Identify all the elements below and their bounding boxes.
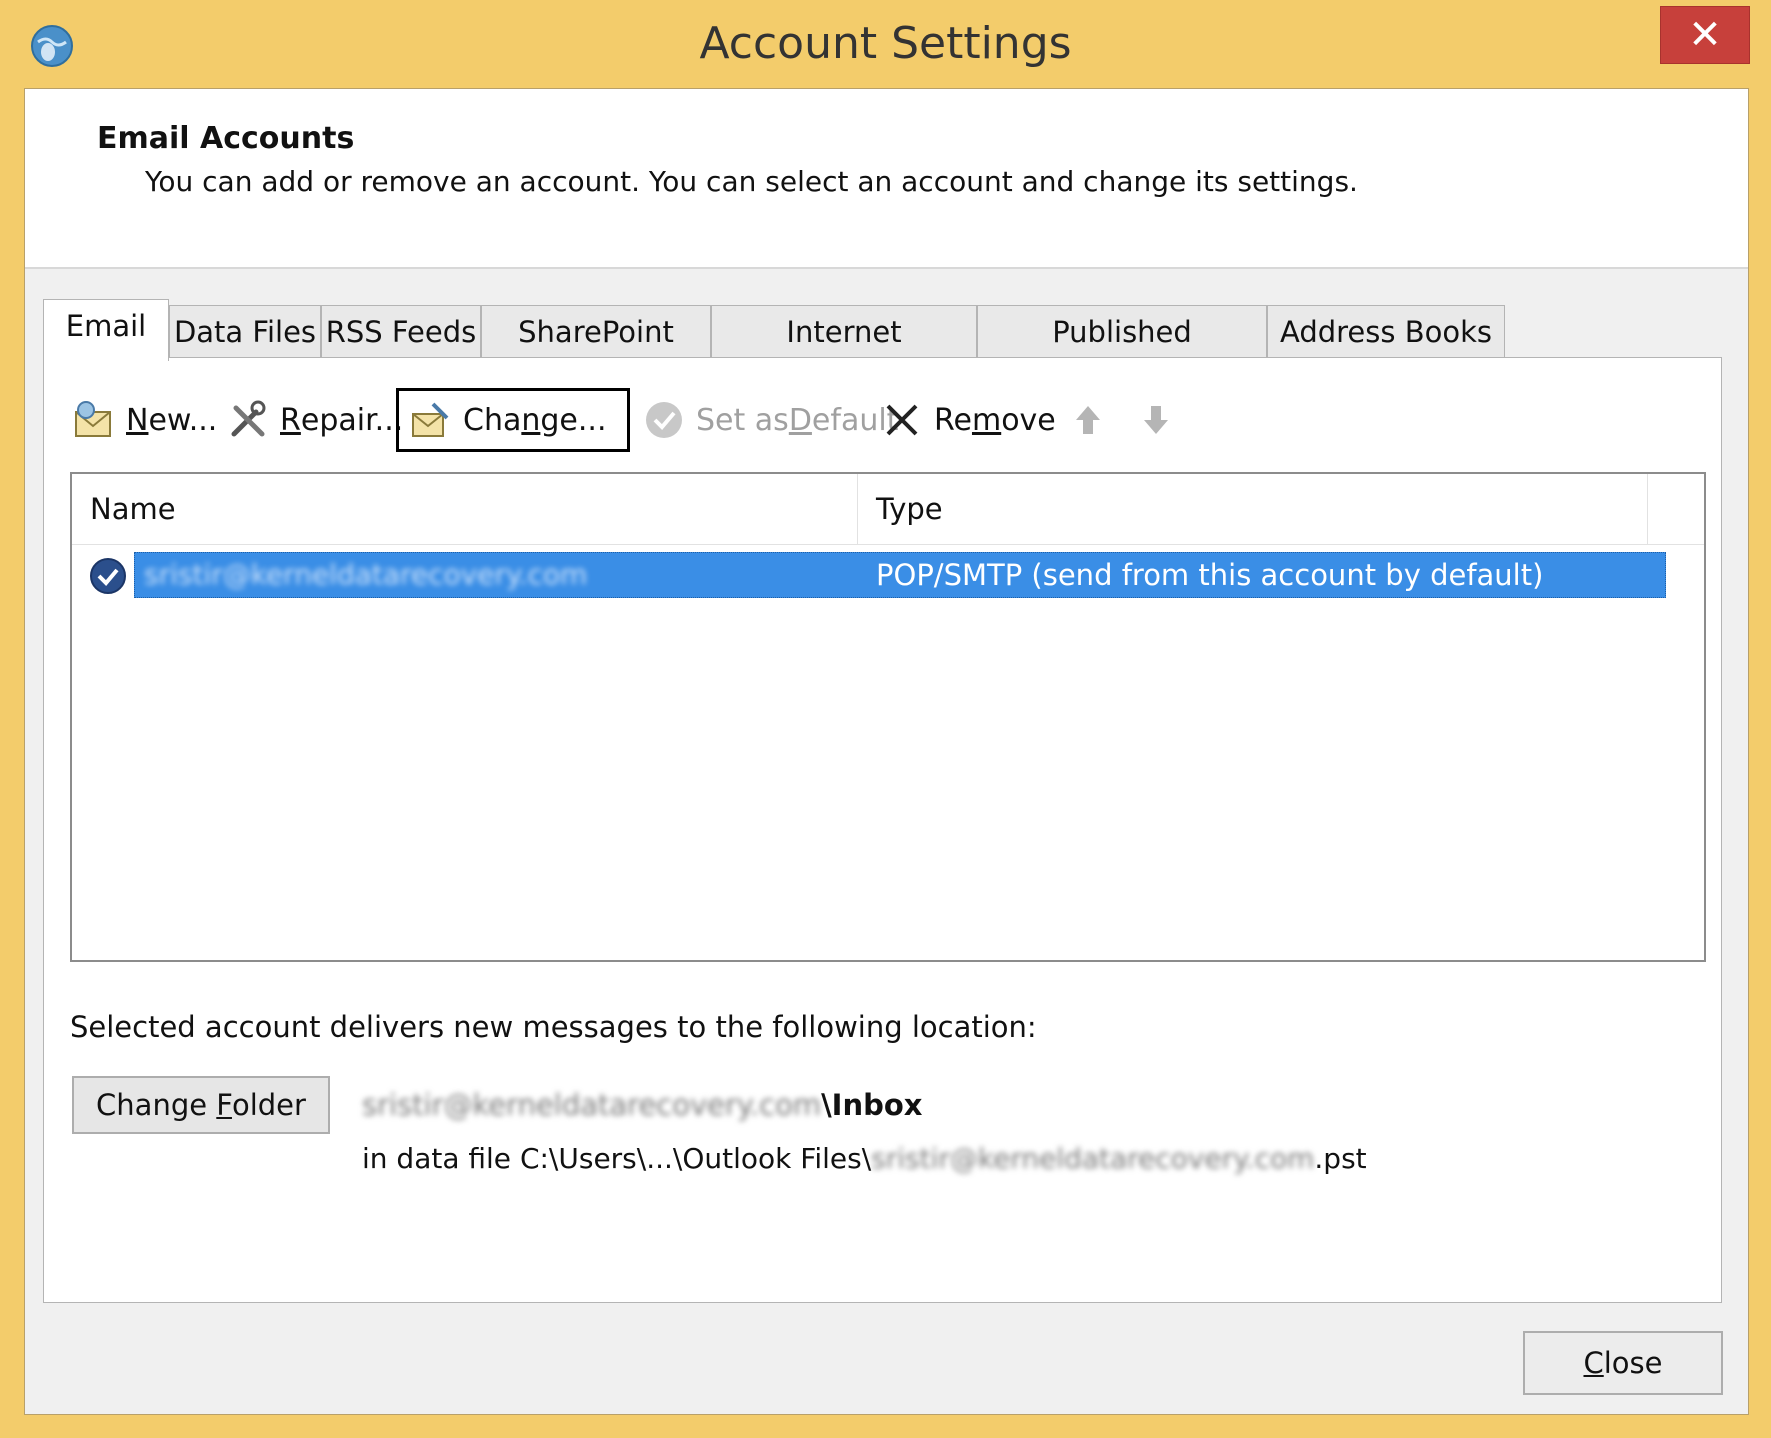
change-folder-post: older bbox=[231, 1088, 306, 1122]
datafile-ext: .pst bbox=[1314, 1142, 1367, 1175]
data-file-path: in data file C:\Users\...\Outlook Files\… bbox=[362, 1142, 1367, 1175]
close-label-post: lose bbox=[1603, 1346, 1663, 1380]
change-label-pre: Cha bbox=[463, 402, 522, 438]
datafile-name: sristir@kerneldatarecovery.com bbox=[871, 1142, 1315, 1175]
remove-x-icon bbox=[886, 404, 918, 436]
change-label-key: n bbox=[521, 402, 541, 438]
tab-sharepoint-lists[interactable]: SharePoint Lists bbox=[481, 305, 711, 401]
change-label-post: ge... bbox=[540, 402, 607, 438]
set-default-label-key: D bbox=[788, 402, 812, 438]
tab-address-books[interactable]: Address Books bbox=[1267, 305, 1505, 359]
change-folder-key: F bbox=[216, 1088, 232, 1122]
list-header: Name Type bbox=[72, 474, 1704, 545]
header-panel: Email Accounts You can add or remove an … bbox=[25, 89, 1748, 269]
dialog-client-area: Email Accounts You can add or remove an … bbox=[24, 88, 1749, 1415]
account-type-cell: POP/SMTP (send from this account by defa… bbox=[876, 558, 1544, 592]
close-button[interactable]: Close bbox=[1523, 1331, 1723, 1395]
remove-label-post: ove bbox=[1001, 402, 1056, 438]
change-folder-button[interactable]: Change Folder bbox=[72, 1076, 330, 1134]
delivery-folder-path: sristir@kerneldatarecovery.com\Inbox bbox=[362, 1088, 923, 1122]
change-account-icon bbox=[412, 402, 449, 437]
repair-label-post: epair... bbox=[300, 402, 404, 438]
column-header-name[interactable]: Name bbox=[72, 474, 858, 544]
table-row[interactable]: sristir@kerneldatarecovery.com POP/SMTP … bbox=[78, 552, 1702, 600]
move-up-button[interactable] bbox=[1066, 388, 1120, 452]
folder-suffix: \Inbox bbox=[821, 1088, 923, 1122]
section-description: You can add or remove an account. You ca… bbox=[145, 165, 1358, 198]
tab-rss-feeds[interactable]: RSS Feeds bbox=[321, 305, 481, 359]
new-label-key: N bbox=[126, 402, 149, 438]
tab-internet-calendars[interactable]: Internet Calendars bbox=[711, 305, 977, 401]
accounts-list[interactable]: Name Type sristir@kerneldatarecovery.com… bbox=[70, 472, 1706, 962]
repair-tools-icon bbox=[231, 400, 266, 437]
window-title: Account Settings bbox=[699, 18, 1072, 69]
repair-label-key: R bbox=[280, 402, 301, 438]
new-mail-icon bbox=[75, 401, 111, 437]
datafile-prefix: in data file C:\Users\...\Outlook Files\ bbox=[362, 1142, 872, 1175]
move-down-button[interactable] bbox=[1134, 388, 1188, 452]
folder-account-name: sristir@kerneldatarecovery.com bbox=[362, 1088, 822, 1122]
arrow-down-icon bbox=[1144, 406, 1168, 434]
set-as-default-button[interactable]: Set as Default bbox=[642, 388, 898, 452]
change-folder-pre: Change bbox=[96, 1088, 217, 1122]
change-account-button[interactable]: Cha n ge... bbox=[396, 388, 630, 452]
check-circle-icon bbox=[646, 402, 682, 438]
tab-data-files[interactable]: Data Files bbox=[169, 305, 321, 359]
set-default-label-pre: Set as bbox=[696, 402, 789, 438]
section-title: Email Accounts bbox=[97, 121, 355, 156]
arrow-up-icon bbox=[1076, 406, 1100, 434]
tab-published-calendars[interactable]: Published Calendars bbox=[977, 305, 1267, 401]
window-close-button[interactable]: ✕ bbox=[1660, 6, 1750, 64]
close-label-key: C bbox=[1583, 1346, 1604, 1380]
account-settings-window: Account Settings ✕ Email Accounts You ca… bbox=[0, 0, 1771, 1438]
repair-button[interactable]: Repair... bbox=[226, 388, 403, 452]
remove-account-button[interactable]: Re m ove bbox=[880, 388, 1056, 452]
new-account-button[interactable]: New... bbox=[72, 388, 217, 452]
tab-email[interactable]: Email bbox=[43, 299, 169, 361]
email-tab-panel: New... Repair... Cha n ge... Set as D ef… bbox=[43, 357, 1722, 1303]
account-name-cell: sristir@kerneldatarecovery.com bbox=[144, 558, 588, 591]
title-bar[interactable]: Account Settings ✕ bbox=[0, 0, 1771, 96]
remove-label-pre: Re bbox=[934, 402, 972, 438]
new-label-post: ew... bbox=[148, 402, 218, 438]
delivery-location-label: Selected account delivers new messages t… bbox=[70, 1010, 1037, 1044]
default-account-check-icon bbox=[90, 558, 126, 594]
column-header-type[interactable]: Type bbox=[858, 474, 1648, 544]
remove-label-key: m bbox=[971, 402, 1002, 438]
account-toolbar: New... Repair... Cha n ge... Set as D ef… bbox=[44, 358, 1721, 458]
